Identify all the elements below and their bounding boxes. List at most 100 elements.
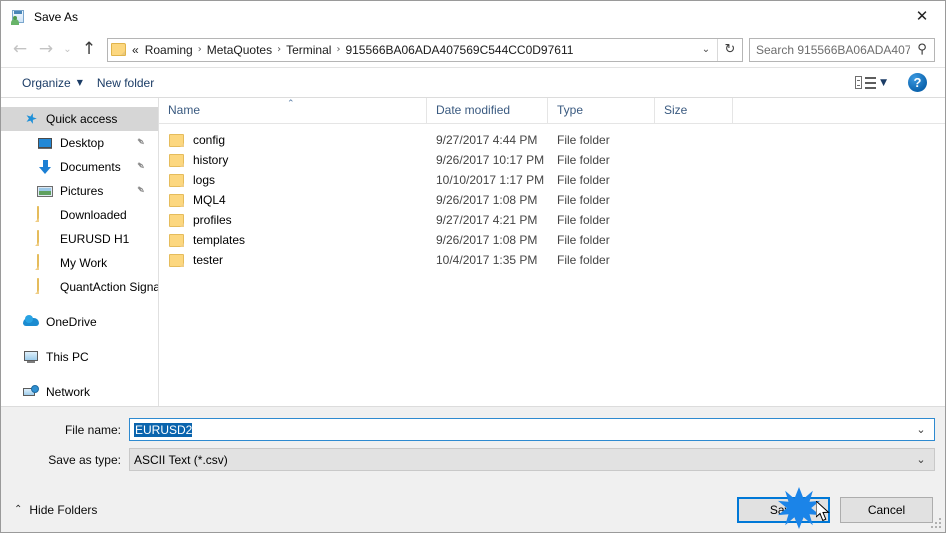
title-bar: Save As ✕ xyxy=(1,1,945,32)
close-icon[interactable]: ✕ xyxy=(899,1,945,31)
column-header-date-modified[interactable]: Date modified xyxy=(427,98,548,123)
sidebar-item-pictures[interactable]: Pictures ✒ xyxy=(1,179,158,203)
star-icon: ★ xyxy=(22,109,40,129)
chevron-down-icon[interactable]: ⌄ xyxy=(908,453,934,466)
sidebar-item-onedrive[interactable]: OneDrive xyxy=(1,310,158,334)
chevron-up-icon: ⌃ xyxy=(14,504,23,515)
recent-locations-button[interactable]: ⌄ xyxy=(59,37,76,63)
pin-icon[interactable]: ✒ xyxy=(133,158,149,174)
folder-icon xyxy=(169,214,184,227)
column-header-size[interactable]: Size xyxy=(655,98,733,123)
column-header-filler xyxy=(733,98,945,123)
chevron-right-icon: › xyxy=(197,44,202,55)
file-name-cell: templates xyxy=(159,233,427,247)
chevron-down-icon: ▼ xyxy=(76,78,83,87)
search-box[interactable]: Search 915566BA06ADA40756... ⚲ xyxy=(749,37,935,62)
sidebar-item-label: Desktop xyxy=(60,136,105,150)
breadcrumb-item-2[interactable]: MetaQuotes xyxy=(204,43,275,57)
table-row[interactable]: tester 10/4/2017 1:35 PM File folder xyxy=(159,250,945,270)
forward-button[interactable]: → xyxy=(33,37,59,63)
file-name-cell: config xyxy=(159,133,427,147)
table-row[interactable]: templates 9/26/2017 1:08 PM File folder xyxy=(159,230,945,250)
sidebar-item-my-work[interactable]: My Work xyxy=(1,251,158,275)
column-header-name[interactable]: Name ⌃ xyxy=(159,98,427,123)
file-name: history xyxy=(193,153,229,167)
breadcrumb-item-0[interactable]: « xyxy=(129,43,142,57)
sidebar-item-downloaded[interactable]: Downloaded xyxy=(1,203,158,227)
documents-icon xyxy=(37,159,53,175)
save-as-dialog: Save As ✕ ← → ⌄ ↑ « Roaming › MetaQuotes… xyxy=(0,0,946,533)
file-name: config xyxy=(193,133,226,147)
organize-label: Organize xyxy=(22,75,71,90)
sidebar-item-this-pc[interactable]: This PC xyxy=(1,345,158,369)
file-date: 9/26/2017 1:08 PM xyxy=(436,193,538,207)
help-icon[interactable]: ? xyxy=(908,73,927,92)
table-row[interactable]: logs 10/10/2017 1:17 PM File folder xyxy=(159,170,945,190)
save-button[interactable]: Save xyxy=(737,496,830,523)
chevron-right-icon: › xyxy=(336,44,341,55)
save-as-type-select[interactable]: ASCII Text (*.csv) ⌄ xyxy=(129,448,935,471)
chevron-down-icon[interactable]: ⌄ xyxy=(695,44,717,55)
address-bar[interactable]: « Roaming › MetaQuotes › Terminal › 9155… xyxy=(107,37,743,62)
table-row[interactable]: config 9/27/2017 4:44 PM File folder xyxy=(159,130,945,150)
new-folder-button[interactable]: New folder xyxy=(90,72,161,94)
save-as-type-label: Save as type: xyxy=(48,452,121,467)
file-name-cell: tester xyxy=(159,253,427,267)
table-row[interactable]: MQL4 9/26/2017 1:08 PM File folder xyxy=(159,190,945,210)
file-name-value[interactable]: EURUSD2 xyxy=(130,422,908,437)
sidebar-item-label: Network xyxy=(46,385,91,399)
sidebar-item-quick-access[interactable]: ★ Quick access xyxy=(1,107,158,131)
file-date: 9/27/2017 4:44 PM xyxy=(436,133,538,147)
folder-icon xyxy=(111,43,126,56)
folder-icon xyxy=(169,194,184,207)
folder-icon xyxy=(169,254,184,267)
sidebar-item-label: EURUSD H1 xyxy=(60,232,130,246)
file-rows: config 9/27/2017 4:44 PM File folder his… xyxy=(159,124,945,406)
chevron-down-icon[interactable]: ⌄ xyxy=(908,423,934,436)
file-name-row: File name: EURUSD2 ⌄ xyxy=(11,418,935,441)
this-pc-icon xyxy=(23,349,39,365)
refresh-icon[interactable]: ↻ xyxy=(717,38,742,61)
cancel-button[interactable]: Cancel xyxy=(840,496,933,523)
file-name-input[interactable]: EURUSD2 ⌄ xyxy=(129,418,935,441)
column-header-name-label: Name xyxy=(168,103,201,117)
file-date: 10/4/2017 1:35 PM xyxy=(436,253,538,267)
table-row[interactable]: profiles 9/27/2017 4:21 PM File folder xyxy=(159,210,945,230)
breadcrumb-item-1[interactable]: Roaming xyxy=(142,43,196,57)
sidebar-item-network[interactable]: Network xyxy=(1,380,158,404)
folder-icon xyxy=(37,278,53,295)
file-type: File folder xyxy=(557,213,610,227)
sidebar-item-documents[interactable]: Documents ✒ xyxy=(1,155,158,179)
sidebar-item-eurusd-h1[interactable]: EURUSD H1 xyxy=(1,227,158,251)
breadcrumb-item-3[interactable]: Terminal xyxy=(283,43,334,57)
file-name-cell: MQL4 xyxy=(159,193,427,207)
onedrive-icon xyxy=(23,314,39,330)
search-input[interactable]: Search 915566BA06ADA40756... xyxy=(750,43,910,57)
view-options-button[interactable]: ▼ xyxy=(848,71,908,95)
hide-folders-button[interactable]: ⌃ Hide Folders xyxy=(14,503,97,517)
up-button[interactable]: ↑ xyxy=(76,37,102,63)
folder-icon xyxy=(37,206,53,223)
breadcrumb[interactable]: « Roaming › MetaQuotes › Terminal › 9155… xyxy=(108,43,695,57)
breadcrumb-item-4[interactable]: 915566BA06ADA407569C544CC0D97611 xyxy=(342,43,576,57)
resize-grip[interactable] xyxy=(930,517,942,529)
sidebar-item-label: OneDrive xyxy=(46,315,97,329)
sidebar-item-quantaction-signal[interactable]: QuantAction Signal xyxy=(1,275,158,299)
sidebar-item-desktop[interactable]: Desktop ✒ xyxy=(1,131,158,155)
pin-icon[interactable]: ✒ xyxy=(133,182,149,198)
file-name-selected-text: EURUSD2 xyxy=(134,422,193,437)
file-type: File folder xyxy=(557,173,610,187)
column-header-type[interactable]: Type xyxy=(548,98,655,123)
file-name-cell: logs xyxy=(159,173,427,187)
table-row[interactable]: history 9/26/2017 10:17 PM File folder xyxy=(159,150,945,170)
back-button[interactable]: ← xyxy=(7,37,33,63)
save-form: File name: EURUSD2 ⌄ Save as type: ASCII… xyxy=(1,406,945,487)
pin-icon[interactable]: ✒ xyxy=(133,134,149,150)
organize-button[interactable]: Organize ▼ xyxy=(15,72,90,94)
navigation-pane: ★ Quick access Desktop ✒ Documents ✒ Pic… xyxy=(1,98,159,406)
file-name: templates xyxy=(193,233,246,247)
dialog-body: ★ Quick access Desktop ✒ Documents ✒ Pic… xyxy=(1,98,945,406)
network-icon xyxy=(23,384,39,400)
